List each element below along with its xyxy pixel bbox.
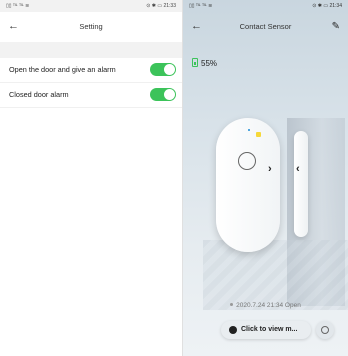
status-bar: ▯▯ ᵀᴵᴸ ᵀᴵᴸ ≋ ⊙ ✱ ▭ 21:34 bbox=[183, 0, 348, 12]
open-alarm-toggle[interactable] bbox=[150, 63, 176, 76]
view-records-button[interactable]: Click to view m... bbox=[221, 321, 311, 339]
sensor-button bbox=[238, 152, 256, 170]
battery-indicator: 55% bbox=[192, 58, 217, 68]
setting-label: Closed door alarm bbox=[9, 90, 69, 99]
setting-row-open-alarm: Open the door and give an alarm bbox=[0, 58, 182, 83]
record-icon bbox=[229, 326, 237, 334]
toggle-knob bbox=[164, 64, 175, 75]
empty-area bbox=[0, 108, 182, 356]
sensor-body-illustration bbox=[216, 118, 280, 252]
sensor-led bbox=[256, 132, 261, 137]
settings-list: Open the door and give an alarm Closed d… bbox=[0, 58, 182, 108]
chevron-right-icon: › bbox=[268, 163, 272, 175]
view-records-label: Click to view m... bbox=[241, 326, 298, 333]
signal-indicators: ▯▯ ᵀᴵᴸ ᵀᴵᴸ ≋ bbox=[189, 3, 213, 9]
settings-screen: ▯▯ ᵀᴵᴸ ᵀᴵᴸ ≋ ⊙ ✱ ▭ 21:33 ← Setting Open … bbox=[0, 0, 182, 356]
page-title: Setting bbox=[79, 22, 103, 31]
setting-label: Open the door and give an alarm bbox=[9, 65, 116, 74]
event-text: 2020.7.24 21:34 Open bbox=[236, 302, 301, 309]
battery-icon bbox=[192, 58, 198, 67]
device-title: Contact Sensor bbox=[239, 22, 292, 31]
floor-illustration bbox=[203, 240, 348, 310]
event-bullet bbox=[230, 303, 234, 306]
status-time: ⊙ ✱ ▭ 21:34 bbox=[312, 3, 342, 9]
battery-level: 55% bbox=[201, 59, 218, 68]
device-screen: ▯▯ ᵀᴵᴸ ᵀᴵᴸ ≋ ⊙ ✱ ▭ 21:34 ← Contact Senso… bbox=[183, 0, 348, 356]
magnet-illustration bbox=[294, 131, 308, 237]
chevron-left-icon: ‹ bbox=[296, 163, 300, 175]
status-bar: ▯▯ ᵀᴵᴸ ᵀᴵᴸ ≋ ⊙ ✱ ▭ 21:33 bbox=[0, 0, 182, 12]
latest-event: 2020.7.24 21:34 Open bbox=[183, 302, 348, 309]
header-bar: ← Setting bbox=[0, 12, 182, 42]
setting-row-closed-alarm: Closed door alarm bbox=[0, 83, 182, 108]
signal-indicators: ▯▯ ᵀᴵᴸ ᵀᴵᴸ ≋ bbox=[6, 3, 30, 9]
status-time: ⊙ ✱ ▭ 21:33 bbox=[146, 3, 176, 9]
pencil-icon[interactable]: ✎ bbox=[332, 21, 340, 33]
sensor-indicator-dot bbox=[248, 129, 250, 131]
header-bar: ← Contact Sensor ✎ bbox=[183, 12, 348, 42]
toggle-knob bbox=[164, 89, 175, 100]
history-clock-icon[interactable] bbox=[316, 321, 334, 339]
closed-alarm-toggle[interactable] bbox=[150, 88, 176, 101]
